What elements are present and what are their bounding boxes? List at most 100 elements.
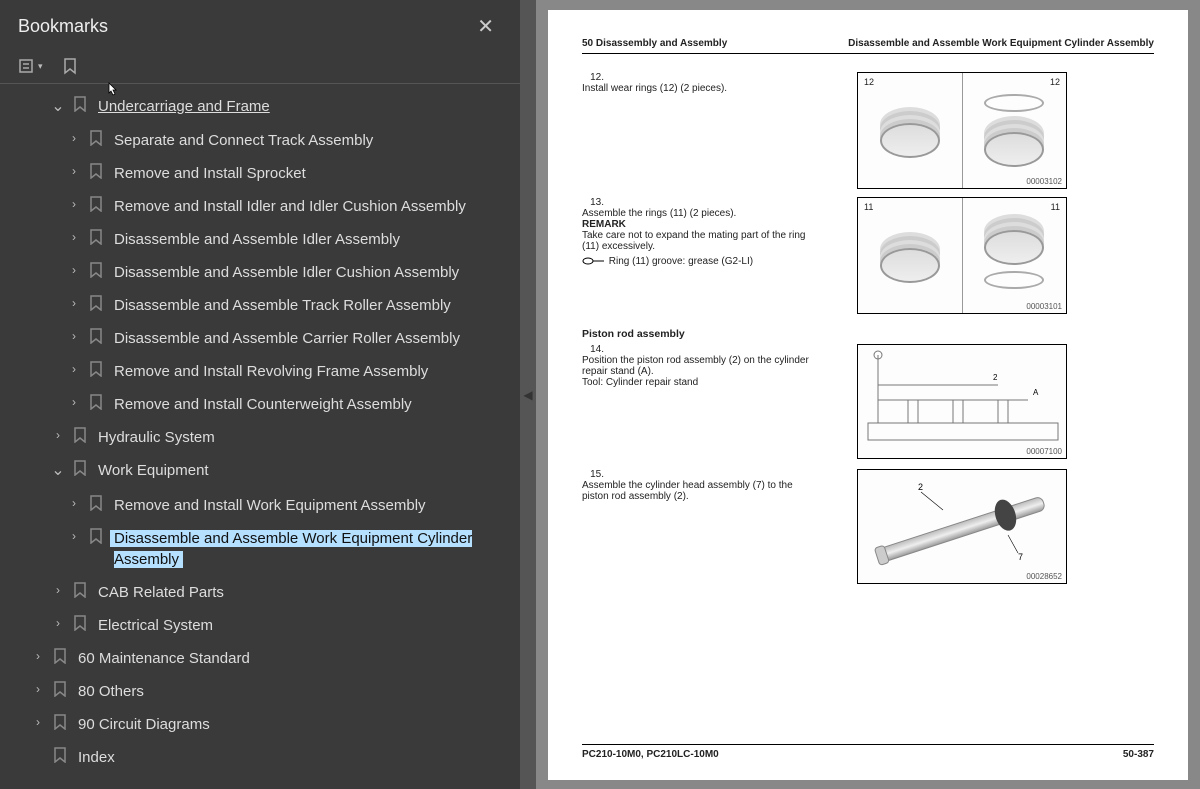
chevron-icon[interactable]: ⌄: [50, 460, 66, 482]
bookmark-item[interactable]: › 60 Maintenance Standard: [0, 642, 520, 675]
page-header: 50 Disassembly and Assembly Disassemble …: [582, 38, 1154, 54]
sidebar-header: Bookmarks ✕: [0, 0, 520, 51]
bookmark-icon: [72, 582, 88, 598]
bookmark-item[interactable]: ›90 Circuit Diagrams: [0, 708, 520, 741]
close-icon[interactable]: ✕: [469, 10, 502, 43]
bookmark-icon: [52, 747, 68, 763]
figure-code: 00028652: [1026, 572, 1062, 581]
bookmark-item[interactable]: ›Remove and Install Sprocket: [0, 157, 520, 190]
svg-text:2: 2: [993, 373, 998, 382]
bookmark-item[interactable]: ⌄Undercarriage and Frame: [0, 90, 520, 124]
step-12: 12. Install wear rings (12) (2 pieces). …: [582, 72, 1154, 189]
bookmark-item[interactable]: Index: [0, 741, 520, 774]
bookmark-icon: [72, 96, 88, 112]
chevron-icon[interactable]: ›: [66, 394, 82, 411]
bookmark-item[interactable]: ›80 Others: [0, 675, 520, 708]
grease-note: Ring (11) groove: grease (G2-LI): [609, 256, 753, 267]
bookmark-label: Disassemble and Assemble Idler Cushion A…: [114, 262, 520, 283]
bookmark-ribbon-icon[interactable]: [61, 57, 79, 75]
bookmark-item[interactable]: ›Remove and Install Revolving Frame Asse…: [0, 355, 520, 388]
bookmark-icon: [88, 163, 104, 179]
chevron-icon[interactable]: ›: [50, 582, 66, 599]
sub-heading: Piston rod assembly: [582, 328, 1154, 340]
chevron-icon[interactable]: ›: [66, 130, 82, 147]
bookmark-icon: [52, 681, 68, 697]
chevron-icon[interactable]: ›: [30, 714, 46, 731]
bookmark-icon: [52, 714, 68, 730]
bookmark-item[interactable]: › CAB Related Parts: [0, 576, 520, 609]
bookmark-icon: [88, 361, 104, 377]
step-13: 13. Assemble the rings (11) (2 pieces). …: [582, 197, 1154, 314]
chevron-icon[interactable]: ›: [50, 427, 66, 444]
bookmark-icon: [88, 495, 104, 511]
step-number: 13.: [582, 197, 604, 208]
bookmark-icon: [88, 295, 104, 311]
figure-code: 00003102: [1026, 177, 1062, 186]
sidebar-divider[interactable]: ◀: [520, 0, 536, 789]
document-viewport[interactable]: 50 Disassembly and Assembly Disassemble …: [536, 0, 1200, 789]
bookmark-item[interactable]: ›Remove and Install Idler and Idler Cush…: [0, 190, 520, 223]
chevron-icon[interactable]: ›: [66, 328, 82, 345]
chevron-icon[interactable]: ›: [66, 295, 82, 312]
bookmark-item[interactable]: › Remove and Install Work Equipment Assem…: [0, 489, 520, 522]
bookmark-item[interactable]: › Hydraulic System: [0, 421, 520, 454]
document-page: 50 Disassembly and Assembly Disassemble …: [548, 10, 1188, 780]
bookmark-item[interactable]: › Disassemble and Assemble Idler Cushion …: [0, 256, 520, 289]
figure-code: 00003101: [1026, 302, 1062, 311]
figure-13: 11 11 00003101: [857, 197, 1067, 314]
bookmark-icon: [72, 460, 88, 476]
bookmark-label: Remove and Install Counterweight Assembl…: [114, 394, 520, 415]
page-footer: PC210-10M0, PC210LC-10M0 50-387: [582, 744, 1154, 760]
bookmark-item[interactable]: ›Electrical System: [0, 609, 520, 642]
step-number: 12.: [582, 72, 604, 83]
bookmark-item[interactable]: › Separate and Connect Track Assembly: [0, 124, 520, 157]
step-14: 14. Position the piston rod assembly (2)…: [582, 344, 1154, 459]
footer-right: 50-387: [1123, 749, 1154, 760]
bookmark-icon: [88, 262, 104, 278]
bookmark-tree[interactable]: ⌄Undercarriage and Frame › Separate and Co…: [0, 84, 520, 789]
bookmark-label: Index: [78, 747, 520, 768]
chevron-icon[interactable]: ›: [66, 361, 82, 378]
svg-text:2: 2: [918, 482, 923, 492]
chevron-icon[interactable]: ›: [30, 648, 46, 665]
bookmark-label: CAB Related Parts: [98, 582, 520, 603]
chevron-icon[interactable]: ›: [50, 615, 66, 632]
chevron-icon[interactable]: ›: [66, 196, 82, 213]
step-15: 15. Assemble the cylinder head assembly …: [582, 469, 1154, 584]
figure-code: 00007100: [1026, 447, 1062, 456]
bookmark-item[interactable]: › Disassemble and Assemble Idler Assembly: [0, 223, 520, 256]
chevron-icon[interactable]: ⌄: [50, 96, 66, 118]
chevron-icon[interactable]: ›: [30, 681, 46, 698]
collapse-triangle-icon[interactable]: ◀: [523, 388, 532, 402]
remark-text: Take care not to expand the mating part …: [582, 230, 805, 252]
bookmark-label: Remove and Install Work Equipment Assemb…: [114, 495, 520, 516]
chevron-icon[interactable]: ›: [66, 495, 82, 512]
bookmark-icon: [88, 328, 104, 344]
bookmark-icon: [88, 229, 104, 245]
bookmark-item[interactable]: ›Disassemble and Assemble Carrier Roller…: [0, 322, 520, 355]
chevron-icon[interactable]: ›: [66, 528, 82, 545]
bookmark-label: Disassemble and Assemble Track Roller As…: [114, 295, 520, 316]
step-text: Assemble the cylinder head assembly (7) …: [582, 480, 822, 502]
chevron-icon[interactable]: ›: [66, 262, 82, 279]
bookmark-item[interactable]: › Disassemble and Assemble Track Roller A…: [0, 289, 520, 322]
outline-options-icon[interactable]: ▾: [18, 57, 43, 75]
bookmark-label: Separate and Connect Track Assembly: [114, 130, 520, 151]
chevron-icon[interactable]: ›: [66, 229, 82, 246]
bookmark-label: 60 Maintenance Standard: [78, 648, 520, 669]
bookmark-item[interactable]: ⌄Work Equipment: [0, 454, 520, 488]
step-number: 14.: [582, 344, 604, 355]
bookmark-icon: [88, 394, 104, 410]
sidebar-toolbar: ▾: [0, 51, 520, 84]
bookmarks-sidebar: Bookmarks ✕ ▾ ⌄Undercarriage and Frame › S…: [0, 0, 520, 789]
bookmark-label: Hydraulic System: [98, 427, 520, 448]
bookmark-label: Disassemble and Assemble Idler Assembly: [114, 229, 520, 250]
header-right: Disassemble and Assemble Work Equipment …: [848, 38, 1154, 49]
step-number: 15.: [582, 469, 604, 480]
figure-14: A 2 00007100: [857, 344, 1067, 459]
bookmark-item[interactable]: ›Disassemble and Assemble Work Equipment…: [0, 522, 520, 576]
bookmark-icon: [72, 427, 88, 443]
bookmark-item[interactable]: › Remove and Install Counterweight Assemb…: [0, 388, 520, 421]
chevron-icon[interactable]: ›: [66, 163, 82, 180]
bookmark-icon: [88, 130, 104, 146]
